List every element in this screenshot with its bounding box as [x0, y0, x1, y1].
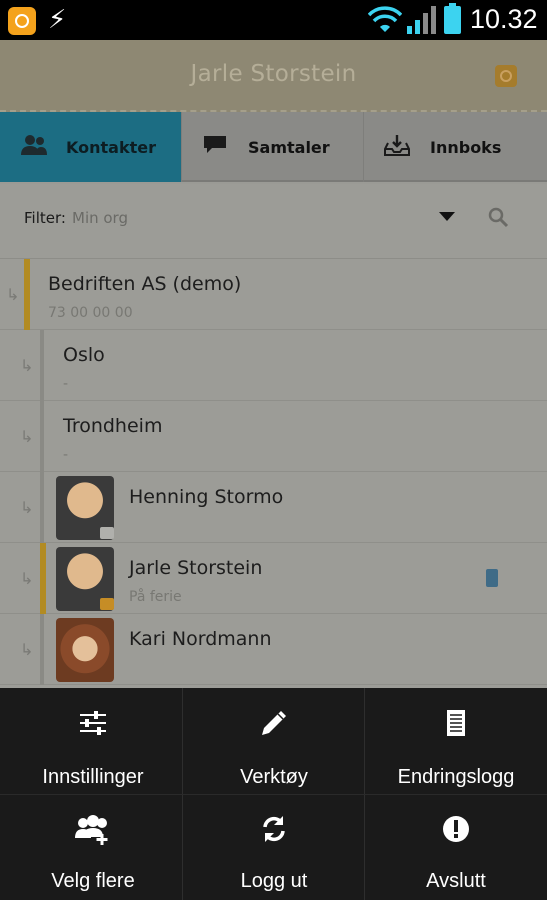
child-arrow-icon: ↳ — [20, 569, 34, 588]
contact-sub: - — [63, 447, 69, 463]
battery-icon — [444, 3, 461, 34]
mobile-device-icon — [486, 569, 498, 587]
contact-sub: - — [63, 376, 69, 392]
list-item-department[interactable]: ↳ Trondheim - — [0, 401, 547, 472]
contacts-icon — [21, 135, 47, 155]
tab-label: Kontakter — [66, 138, 156, 157]
filter-label: Filter: — [24, 209, 66, 227]
list-item-company[interactable]: ↳ Bedriften AS (demo) 73 00 00 00 — [0, 259, 547, 330]
filter-bar: Filter: Min org — [0, 184, 547, 258]
indent-bar — [40, 401, 44, 472]
dropdown-arrow-icon[interactable] — [439, 212, 455, 221]
child-arrow-icon: ↳ — [20, 427, 34, 446]
search-icon[interactable] — [487, 206, 509, 228]
inbox-icon — [384, 135, 410, 156]
menu-label: Endringslogg — [397, 766, 515, 788]
menu-item-logg-ut[interactable]: Logg ut — [183, 794, 365, 900]
contact-name: Trondheim — [63, 415, 163, 437]
menu-item-avslutt[interactable]: Avslutt — [365, 794, 547, 900]
status-flag — [40, 543, 46, 614]
menu-label: Logg ut — [240, 870, 308, 892]
presence-status-icon[interactable] — [495, 65, 517, 87]
chat-bubble-icon — [204, 136, 226, 153]
settings-sliders-icon — [2, 708, 184, 738]
contact-name: Henning Stormo — [129, 486, 284, 508]
filter-dropdown[interactable]: Min org — [72, 209, 128, 227]
tab-kontakter[interactable]: Kontakter — [0, 112, 182, 182]
contact-name: Kari Nordmann — [129, 628, 272, 650]
child-arrow-icon: ↳ — [20, 498, 34, 517]
exit-alert-icon — [365, 814, 547, 844]
tab-label: Samtaler — [248, 138, 330, 157]
indent-bar — [40, 330, 44, 401]
indent-bar — [40, 614, 44, 685]
contact-sub: 73 00 00 00 — [48, 305, 133, 321]
tab-samtaler[interactable]: Samtaler — [182, 112, 364, 182]
list-item-person[interactable]: ↳ Henning Stormo — [0, 472, 547, 543]
indent-bar — [40, 472, 44, 543]
clock: 10.32 — [470, 4, 538, 34]
child-arrow-icon: ↳ — [20, 356, 34, 375]
title-bar: Jarle Storstein — [0, 40, 547, 112]
menu-item-endringslogg[interactable]: Endringslogg — [365, 688, 547, 794]
bolt-icon: ⚡ — [48, 5, 67, 35]
menu-item-innstillinger[interactable]: Innstillinger — [2, 688, 184, 794]
child-arrow-icon: ↳ — [20, 640, 34, 659]
menu-label: Verktøy — [240, 766, 308, 788]
menu-item-velg-flere[interactable]: Velg flere — [2, 794, 184, 900]
select-multiple-icon — [2, 814, 184, 845]
refresh-icon — [183, 814, 365, 844]
list-item-person[interactable]: ↳ Jarle Storstein På ferie — [0, 543, 547, 614]
signal-strength-icon — [407, 6, 436, 34]
page-title: Jarle Storstein — [190, 61, 357, 87]
app-notification-icon — [8, 7, 36, 35]
tab-label: Innboks — [430, 138, 502, 157]
list-item-person[interactable]: ↳ Kari Nordmann — [0, 614, 547, 685]
menu-label: Innstillinger — [42, 766, 144, 788]
options-menu: Innstillinger Verktøy Endringslogg Velg … — [0, 688, 547, 900]
tab-innboks[interactable]: Innboks — [364, 112, 547, 182]
contact-name: Jarle Storstein — [129, 557, 263, 579]
presence-badge-icon — [100, 527, 114, 539]
menu-label: Velg flere — [51, 870, 135, 892]
child-arrow-icon: ↳ — [6, 285, 20, 304]
tab-bar: Kontakter Samtaler Innboks — [0, 112, 547, 182]
status-bar: ⚡ 10.32 — [0, 0, 547, 40]
wifi-icon — [368, 6, 402, 32]
contact-list: ↳ Bedriften AS (demo) 73 00 00 00 ↳ Oslo… — [0, 258, 547, 690]
contact-name: Bedriften AS (demo) — [48, 273, 242, 295]
contact-sub: På ferie — [129, 589, 182, 605]
pencil-icon — [183, 708, 365, 738]
status-flag — [24, 259, 30, 330]
avatar — [56, 618, 114, 682]
presence-badge-icon — [100, 598, 114, 610]
contact-name: Oslo — [63, 344, 105, 366]
document-icon — [365, 708, 547, 738]
menu-label: Avslutt — [426, 870, 486, 892]
list-item-department[interactable]: ↳ Oslo - — [0, 330, 547, 401]
menu-item-verktoy[interactable]: Verktøy — [183, 688, 365, 794]
